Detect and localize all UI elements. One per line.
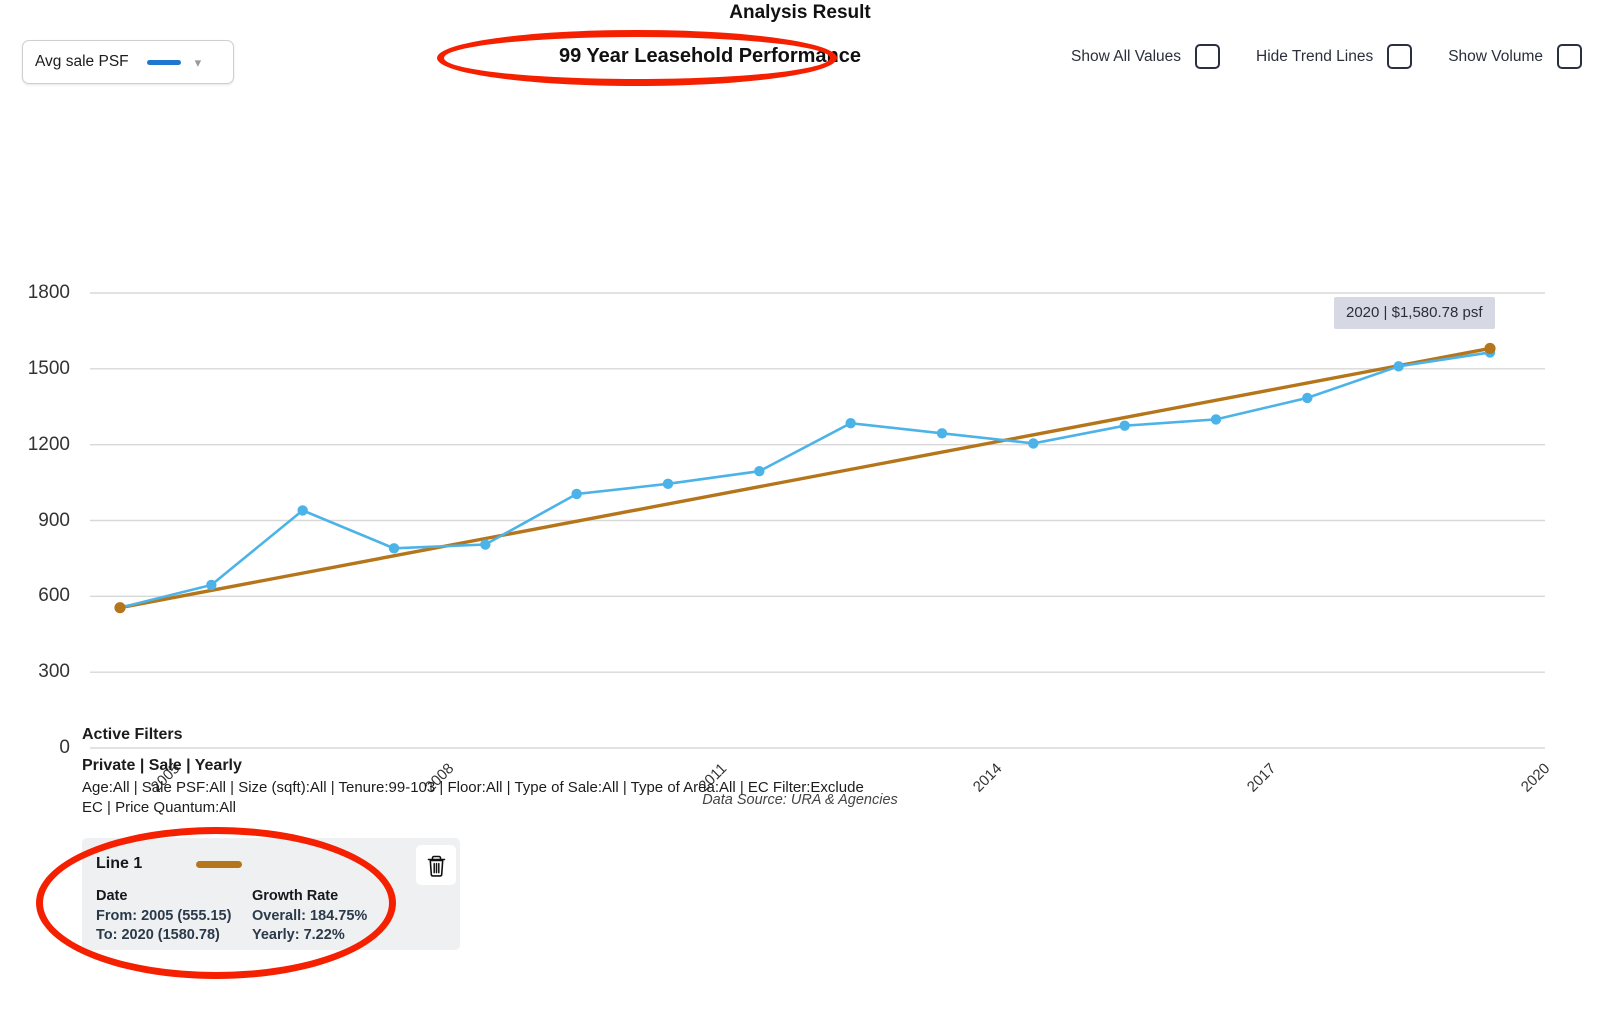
trend-endpoint-marker[interactable] (1484, 342, 1496, 355)
toggle-hide-trend-lines[interactable]: Hide Trend Lines (1256, 44, 1413, 69)
line-card-growth-yearly: Yearly: 7.22% (252, 927, 345, 944)
line-card-growth-overall: Overall: 184.75% (252, 907, 368, 924)
line-card-date-column: Date From: 2005 (555.15) To: 2020 (1580.… (96, 887, 252, 946)
active-filters-primary: Private | Sale | Yearly (82, 757, 242, 774)
page-title: Analysis Result (729, 2, 871, 23)
data-point-marker[interactable] (662, 478, 674, 490)
y-axis-tick-label: 600 (38, 585, 70, 607)
chart-gridlines (90, 292, 1545, 749)
line-card-stats: Date From: 2005 (555.15) To: 2020 (1580.… (96, 887, 446, 946)
toggle-show-all-values[interactable]: Show All Values (1071, 44, 1221, 69)
toggle-show-volume[interactable]: Show Volume (1448, 44, 1582, 69)
y-axis-tick-label: 1500 (27, 357, 70, 379)
show-all-values-checkbox[interactable] (1195, 44, 1221, 69)
line-card-date-head: Date (96, 888, 128, 904)
data-point-marker[interactable] (297, 505, 308, 516)
active-filters-title: Active Filters (82, 726, 183, 743)
y-axis-tick-label: 900 (38, 509, 70, 531)
data-point-marker[interactable] (754, 466, 765, 477)
data-point-marker[interactable] (571, 488, 582, 500)
line-card-title: Line 1 (96, 855, 143, 872)
line-summary-card: Line 1 Date From: 2005 (555.15) To: 2020… (82, 838, 460, 950)
line-card-header: Line 1 (96, 845, 456, 885)
metric-select-color-swatch (146, 59, 181, 65)
header: Analysis Result 99 Year Leasehold Perfor… (0, 0, 1600, 100)
data-point-tooltip: 2020 | $1,580.78 psf (1334, 297, 1495, 329)
trend-endpoint-marker[interactable] (114, 602, 126, 614)
trend-line-series (119, 346, 1491, 610)
toggle-hide-trend-lines-label: Hide Trend Lines (1256, 47, 1374, 65)
chart-plot (90, 292, 1545, 749)
chart-option-toggles: Show All Values Hide Trend Lines Show Vo… (1071, 44, 1582, 69)
line-card-date-to: To: 2020 (1580.78) (96, 927, 220, 944)
data-point-marker[interactable] (480, 539, 491, 550)
line-card-date-from: From: 2005 (555.15) (96, 907, 232, 924)
toggle-show-volume-label: Show Volume (1448, 47, 1543, 65)
show-volume-checkbox[interactable] (1557, 44, 1582, 69)
data-point-marker[interactable] (936, 428, 948, 439)
data-point-marker[interactable] (1028, 438, 1039, 449)
data-point-marker[interactable] (388, 543, 400, 554)
chart: 0 300 600 900 1200 1500 1800 2005 2008 2011 2014 2… (0, 100, 1600, 808)
trash-icon (427, 855, 445, 877)
line-card-growth-head: Growth Rate (252, 888, 339, 904)
chevron-down-icon[interactable]: ▾ (195, 56, 202, 69)
toggle-show-all-values-label: Show All Values (1071, 47, 1182, 65)
metric-select-label: Avg sale PSF (35, 53, 129, 70)
hide-trend-lines-checkbox[interactable] (1387, 44, 1413, 69)
data-point-marker[interactable] (1210, 414, 1222, 425)
delete-line-button[interactable] (416, 845, 456, 885)
data-point-marker[interactable] (1393, 361, 1404, 372)
line-card-color-swatch (196, 860, 243, 868)
y-axis-tick-label: 0 (59, 737, 70, 758)
data-point-marker[interactable] (1302, 392, 1313, 404)
data-point-marker[interactable] (1119, 420, 1130, 431)
metric-select[interactable]: Avg sale PSF ▾ (22, 40, 234, 84)
y-axis-tick-label: 300 (38, 661, 70, 683)
line-card-growth-column: Growth Rate Overall: 184.75% Yearly: 7.2… (252, 887, 408, 946)
data-point-marker[interactable] (845, 417, 856, 429)
data-point-marker[interactable] (206, 579, 217, 591)
y-axis-tick-label: 1800 (27, 282, 70, 303)
active-filters: Active Filters Private | Sale | Yearly A… (82, 726, 872, 817)
y-axis-tick-label: 1200 (27, 433, 70, 455)
active-filters-detail: Age:All | Sale PSF:All | Size (sqft):All… (82, 779, 864, 816)
